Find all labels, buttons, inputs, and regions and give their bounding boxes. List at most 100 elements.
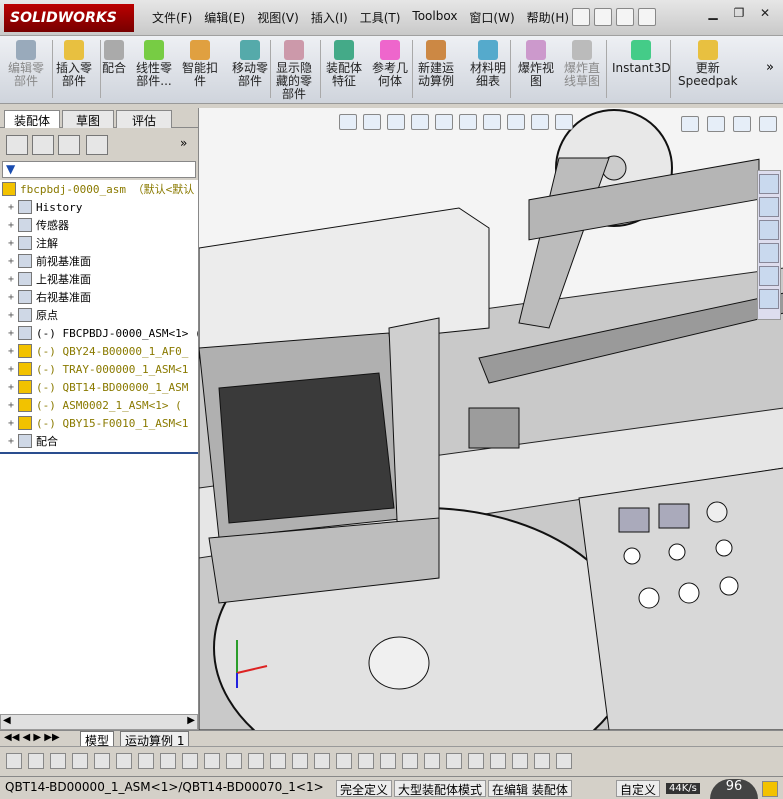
tree-horizontal-scrollbar[interactable]: ◀ ▶: [0, 714, 198, 730]
viewport-restore-icon[interactable]: [733, 116, 751, 132]
menu-edit[interactable]: 编辑(E): [198, 9, 251, 26]
status-custom[interactable]: 自定义: [616, 780, 661, 797]
ribbon-button-10[interactable]: 材料明 细表: [470, 40, 506, 88]
tab-sketch[interactable]: 草图: [62, 110, 114, 128]
view-orientation-icon[interactable]: [435, 114, 453, 130]
sketch-tool-icon[interactable]: [358, 753, 374, 769]
view-settings-icon[interactable]: [555, 114, 573, 130]
expand-icon[interactable]: +: [8, 220, 18, 231]
ribbon-button-11[interactable]: 爆炸视 图: [518, 40, 554, 88]
ribbon-button-2[interactable]: 配合: [102, 40, 126, 75]
design-library-icon[interactable]: [759, 197, 779, 217]
scroll-left-icon[interactable]: ◀: [3, 715, 11, 726]
sketch-tool-icon[interactable]: [292, 753, 308, 769]
viewport-minimize-icon[interactable]: [707, 116, 725, 132]
zoom-to-fit-icon[interactable]: [339, 114, 357, 130]
ribbon-more-icon[interactable]: »: [766, 60, 774, 75]
scroll-right-icon[interactable]: ▶: [187, 715, 195, 726]
viewport-close-icon[interactable]: [759, 116, 777, 132]
home-icon[interactable]: [759, 174, 779, 194]
sketch-tool-icon[interactable]: [204, 753, 220, 769]
zoom-to-area-icon[interactable]: [363, 114, 381, 130]
viewport-split-icon[interactable]: [681, 116, 699, 132]
sketch-tool-icon[interactable]: [424, 753, 440, 769]
property-manager-icon[interactable]: [32, 135, 54, 155]
feature-manager-icon[interactable]: [6, 135, 28, 155]
sketch-tool-icon[interactable]: [138, 753, 154, 769]
ribbon-button-1[interactable]: 插入零 部件: [56, 40, 92, 88]
expand-icon[interactable]: +: [8, 436, 18, 447]
configuration-manager-icon[interactable]: [58, 135, 80, 155]
menu-toolbox[interactable]: Toolbox: [406, 9, 463, 26]
ribbon-button-7[interactable]: 装配体 特征: [326, 40, 362, 88]
sketch-tool-icon[interactable]: [160, 753, 176, 769]
tree-node[interactable]: + 注解: [8, 234, 58, 252]
sketch-tool-icon[interactable]: [226, 753, 242, 769]
tree-node[interactable]: + (-) QBY24-B00000_1_AF0_: [8, 342, 188, 360]
tree-node[interactable]: + 上视基准面: [8, 270, 91, 288]
sketch-tool-icon[interactable]: [380, 753, 396, 769]
tab-assembly[interactable]: 装配体: [4, 110, 60, 128]
sketch-tool-icon[interactable]: [512, 753, 528, 769]
expand-icon[interactable]: +: [8, 364, 18, 375]
edit-appearance-icon[interactable]: [507, 114, 525, 130]
expand-icon[interactable]: +: [8, 202, 18, 213]
menu-window[interactable]: 窗口(W): [463, 9, 520, 26]
sketch-tool-icon[interactable]: [270, 753, 286, 769]
sketch-tool-icon[interactable]: [182, 753, 198, 769]
tab-motion-study[interactable]: 运动算例 1: [120, 731, 190, 748]
sketch-tool-icon[interactable]: [402, 753, 418, 769]
filter-icon[interactable]: ▼: [6, 162, 15, 176]
sketch-tool-icon[interactable]: [468, 753, 484, 769]
tree-node[interactable]: + 传感器: [8, 216, 69, 234]
tree-node[interactable]: + (-) QBT14-BD00000_1_ASM: [8, 378, 188, 396]
close-icon[interactable]: ✕: [755, 6, 775, 24]
sketch-tool-icon[interactable]: [6, 753, 22, 769]
sketch-tool-icon[interactable]: [314, 753, 330, 769]
solidworks-logo[interactable]: SOLIDWORKS: [4, 4, 134, 32]
pin-icon[interactable]: [572, 8, 590, 26]
ribbon-button-9[interactable]: 新建运 动算例: [418, 40, 454, 88]
menu-help[interactable]: 帮助(H): [521, 9, 575, 26]
display-style-icon[interactable]: [459, 114, 477, 130]
open-icon[interactable]: [616, 8, 634, 26]
sketch-tool-icon[interactable]: [556, 753, 572, 769]
view-palette-icon[interactable]: [759, 243, 779, 263]
previous-view-icon[interactable]: [387, 114, 405, 130]
sketch-tool-icon[interactable]: [248, 753, 264, 769]
ribbon-button-4[interactable]: 智能扣 件: [182, 40, 218, 88]
ribbon-button-12[interactable]: 爆炸直 线草图: [564, 40, 600, 88]
sketch-tool-icon[interactable]: [490, 753, 506, 769]
restore-icon[interactable]: ❐: [729, 6, 749, 24]
tree-node[interactable]: + History: [8, 198, 82, 216]
tab-evaluate[interactable]: 评估: [116, 110, 172, 128]
ribbon-button-6[interactable]: 显示隐 藏的零 部件: [276, 40, 312, 101]
menu-insert[interactable]: 插入(I): [305, 9, 354, 26]
menu-tools[interactable]: 工具(T): [354, 9, 407, 26]
expand-icon[interactable]: +: [8, 346, 18, 357]
expand-icon[interactable]: +: [8, 382, 18, 393]
appearances-icon[interactable]: [759, 266, 779, 286]
expand-icon[interactable]: +: [8, 292, 18, 303]
notification-icon[interactable]: [762, 781, 778, 797]
tab-model[interactable]: 模型: [80, 731, 115, 748]
tree-node[interactable]: + (-) ASM0002_1_ASM<1> (: [8, 396, 182, 414]
expand-icon[interactable]: +: [8, 400, 18, 411]
sketch-tool-icon[interactable]: [534, 753, 550, 769]
custom-properties-icon[interactable]: [759, 289, 779, 309]
tree-node[interactable]: + 前视基准面: [8, 252, 91, 270]
expand-icon[interactable]: +: [8, 418, 18, 429]
ribbon-button-3[interactable]: 线性零 部件...: [136, 40, 172, 88]
ribbon-button-8[interactable]: 参考几 何体: [372, 40, 408, 88]
tree-node[interactable]: + 配合: [8, 432, 58, 450]
expand-icon[interactable]: +: [8, 238, 18, 249]
expand-icon[interactable]: +: [8, 274, 18, 285]
expand-icon[interactable]: +: [8, 310, 18, 321]
sketch-tool-icon[interactable]: [116, 753, 132, 769]
sketch-tool-icon[interactable]: [336, 753, 352, 769]
apply-scene-icon[interactable]: [531, 114, 549, 130]
sketch-tool-icon[interactable]: [28, 753, 44, 769]
menu-file[interactable]: 文件(F): [146, 9, 198, 26]
help-icon[interactable]: [638, 8, 656, 26]
tree-node[interactable]: + 右视基准面: [8, 288, 91, 306]
